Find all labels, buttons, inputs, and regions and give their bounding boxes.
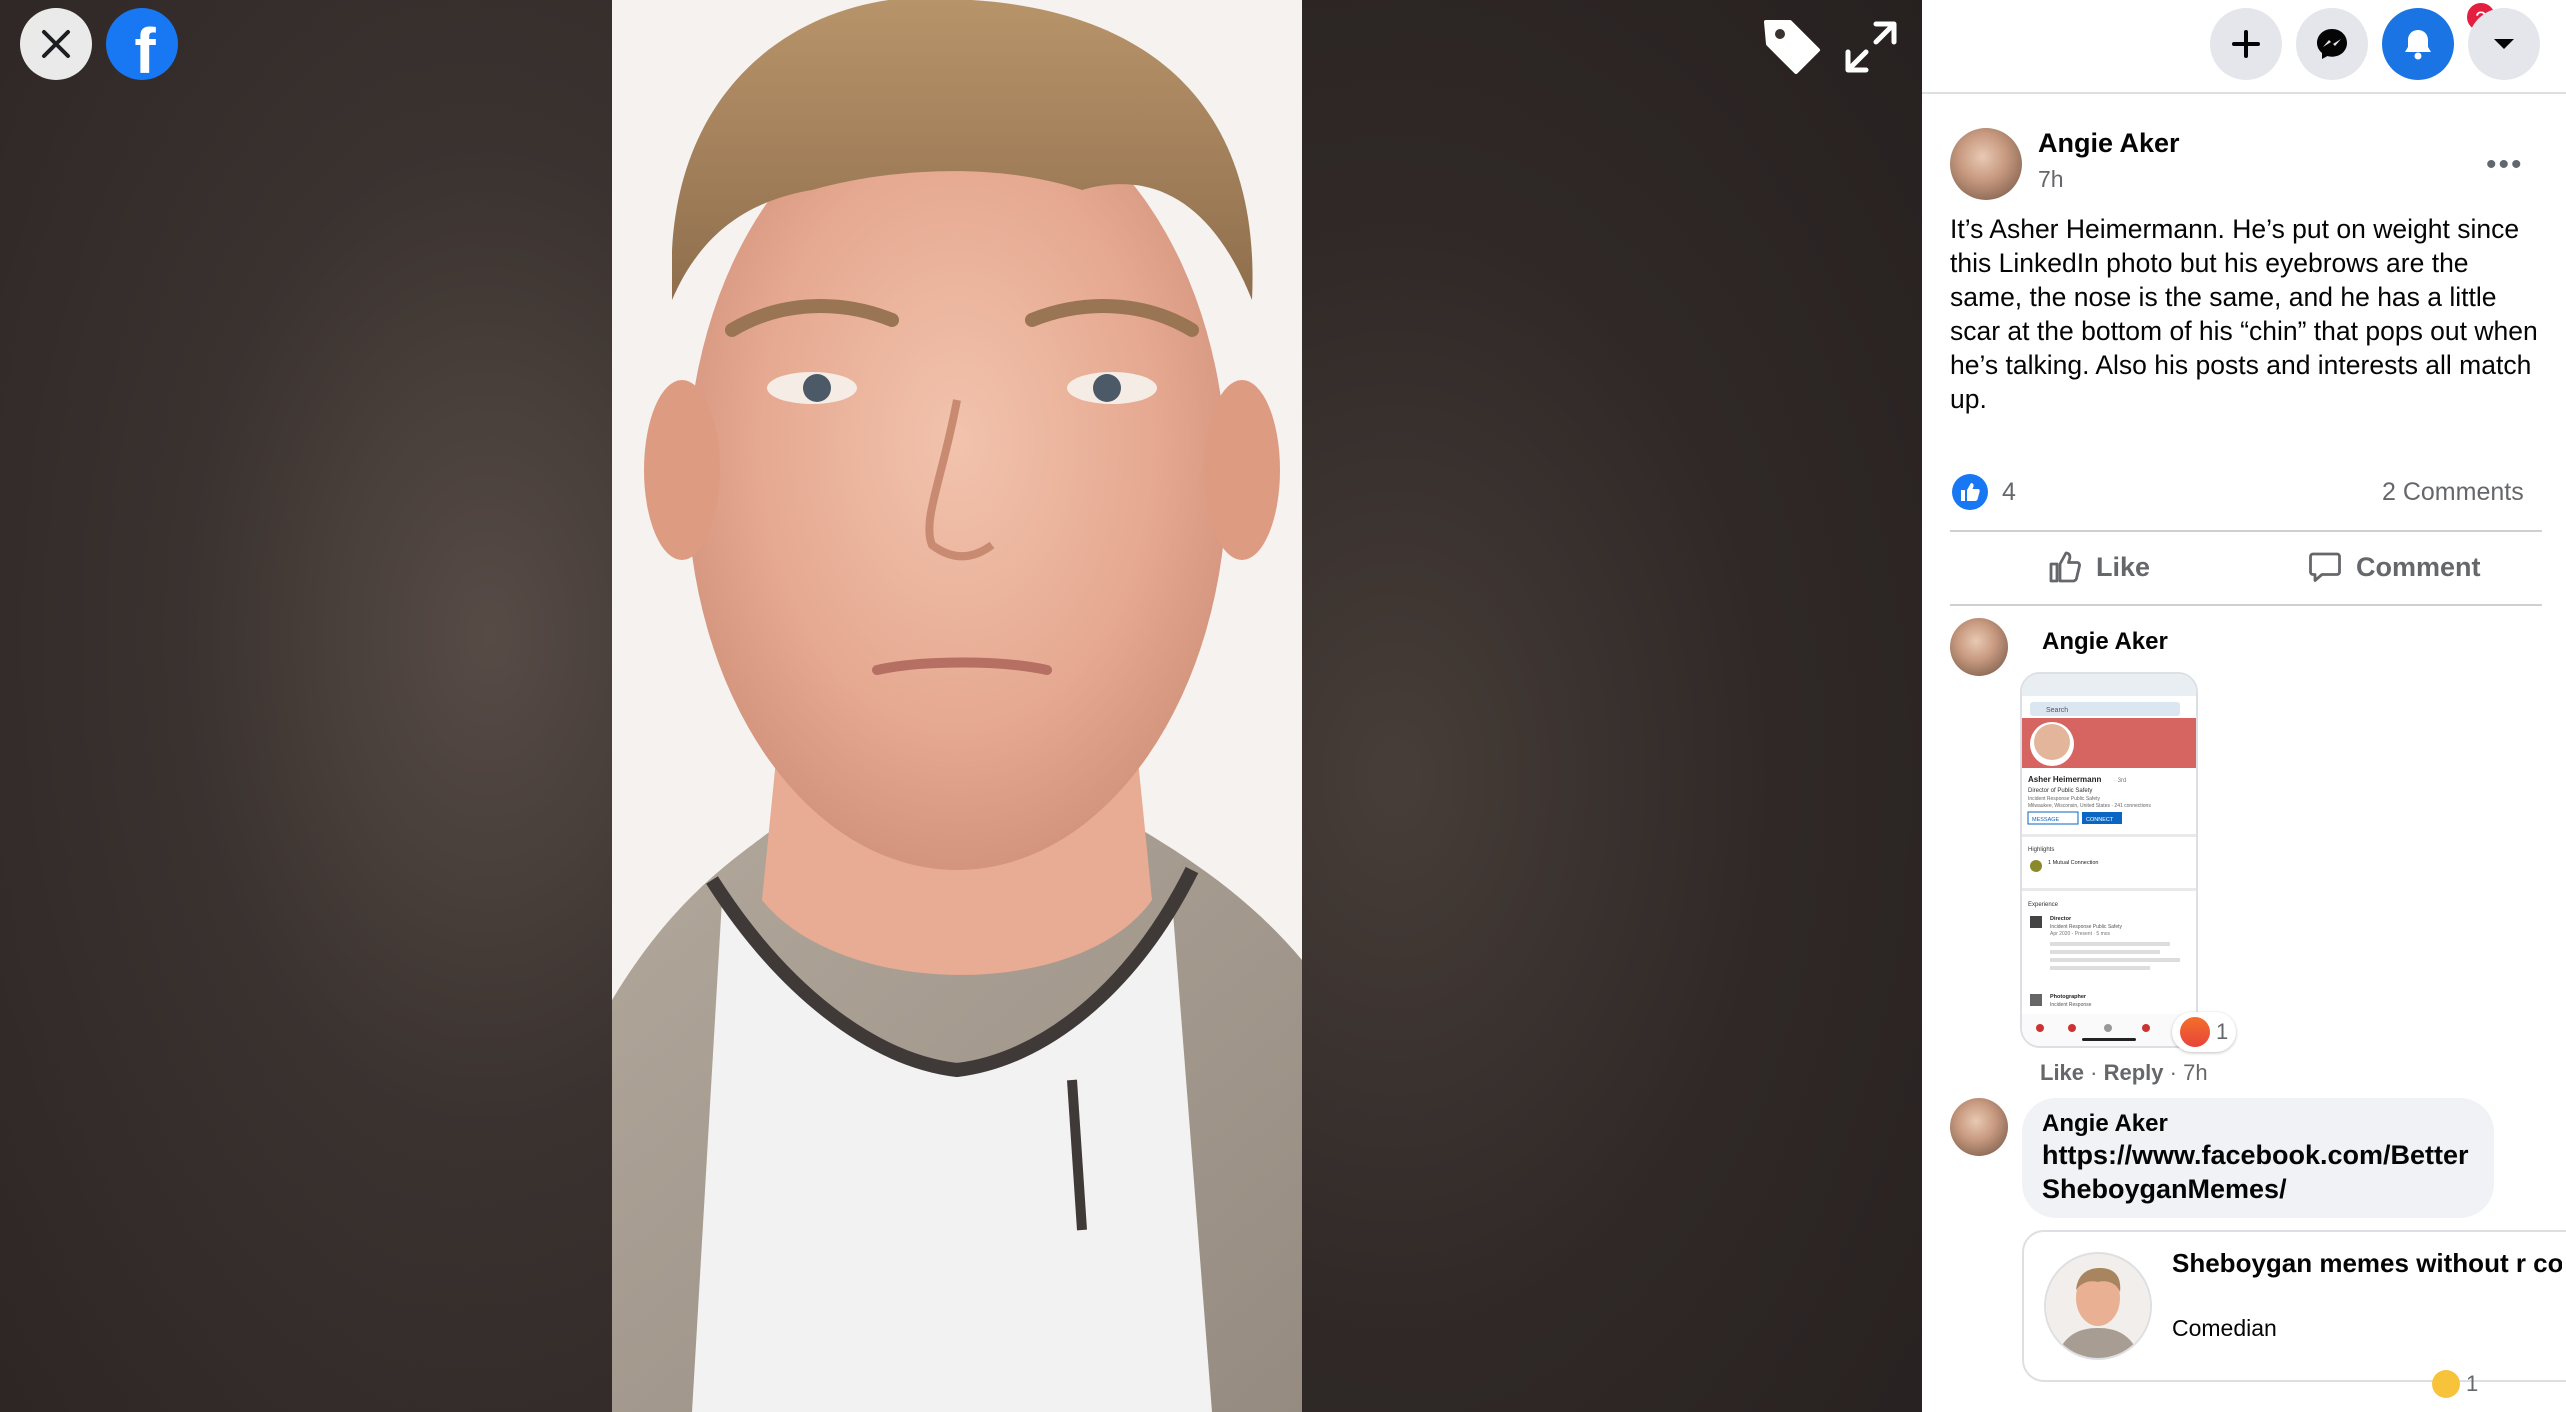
card-reaction-count: 1 (2466, 1371, 2479, 1396)
thumb-connect: CONNECT (2086, 817, 2114, 823)
thumb-exp1-title: Director (2050, 916, 2072, 922)
like-button[interactable]: Like (2048, 550, 2150, 584)
comment-button[interactable]: Comment (2308, 550, 2481, 584)
comments-count[interactable]: 2 Comments (2382, 478, 2524, 507)
like-reaction-icon[interactable] (1952, 474, 1988, 510)
thumbs-up-icon (1961, 483, 1980, 501)
comment-image-linkedin-screenshot[interactable]: Search Asher Heimermann · 3rd Director o… (2020, 672, 2198, 1048)
commenter-avatar[interactable] (1950, 618, 2008, 676)
divider (1950, 604, 2542, 606)
post-text: It’s Asher Heimermann. He’s put on weigh… (1950, 214, 2538, 414)
chevron-down-icon (2494, 39, 2514, 49)
reaction-count: 1 (2216, 1019, 2229, 1044)
comment-meta: Like · Reply · 7h (2040, 1060, 2208, 1085)
thumb-title: Director of Public Safety (2028, 788, 2092, 794)
thumb-experience: Experience (2028, 902, 2059, 908)
post-author-name[interactable]: Angie Aker (2038, 128, 2180, 159)
thumb-highlights: Highlights (2028, 847, 2054, 853)
post-timestamp[interactable]: 7h (2038, 166, 2064, 193)
comment-reaction-summary[interactable]: 1 (2172, 1012, 2237, 1052)
card-reaction-summary[interactable]: 1 (2424, 1364, 2486, 1404)
page-avatar-image (2046, 1254, 2150, 1358)
thumb-degree: · 3rd (2114, 778, 2126, 784)
comment-reply-link[interactable]: Reply (2104, 1060, 2164, 1085)
like-count[interactable]: 4 (2002, 478, 2016, 507)
photo-viewer: f (0, 0, 1922, 1412)
messenger-icon (2317, 29, 2347, 59)
comment-button-label: Comment (2356, 551, 2481, 582)
thumb-exp1-dates: Apr 2020 - Present · 5 mos (2050, 931, 2111, 937)
haha-reaction-icon (2432, 1370, 2460, 1398)
commenter-avatar[interactable] (1950, 1098, 2008, 1156)
close-button[interactable] (20, 8, 92, 80)
thumb-exp2-title: Photographer (2050, 994, 2087, 1000)
plus-icon (2232, 30, 2260, 58)
bell-icon (2405, 30, 2431, 60)
thumb-location: Milwaukee, Wisconsin, United States · 24… (2028, 803, 2151, 809)
notifications-button[interactable] (2382, 8, 2454, 80)
thumb-profile-name: Asher Heimermann (2028, 775, 2101, 784)
linkedin-screenshot: Search Asher Heimermann · 3rd Director o… (2022, 674, 2196, 1046)
thumb-message: MESSAGE (2032, 817, 2060, 823)
post-photo[interactable] (612, 0, 1302, 1412)
page-avatar[interactable] (2044, 1252, 2152, 1360)
author-avatar[interactable] (1950, 128, 2022, 200)
comment-icon (2309, 552, 2341, 582)
close-icon (42, 30, 70, 58)
blurred-background-left (0, 0, 612, 1412)
comment-timestamp[interactable]: 7h (2183, 1060, 2207, 1085)
blurred-background-right (1302, 0, 1922, 1412)
comment-link[interactable]: https://www.facebook.com/BetterSheboygan… (2042, 1138, 2482, 1206)
create-button[interactable] (2210, 8, 2282, 80)
angry-reaction-icon (2180, 1017, 2210, 1047)
tag-photo-button[interactable] (1760, 14, 1824, 78)
portrait-image (612, 0, 1302, 1412)
thumb-mutual: 1 Mutual Connection (2048, 860, 2098, 866)
thumb-exp1-org: Incident Response Public Safety (2050, 924, 2122, 930)
facebook-logo[interactable]: f (106, 8, 178, 87)
comment-author-name[interactable]: Angie Aker (2042, 1110, 2168, 1138)
messenger-button[interactable] (2296, 8, 2368, 80)
more-options-icon[interactable]: ••• (2486, 148, 2524, 182)
comment-like-link[interactable]: Like (2040, 1060, 2084, 1085)
comment-author-name[interactable]: Angie Aker (2042, 628, 2168, 656)
like-outline-icon (2049, 551, 2081, 583)
like-button-label: Like (2096, 551, 2151, 582)
page-title[interactable]: Sheboygan memes without r consent (2172, 1246, 2562, 1280)
account-menu-button[interactable] (2468, 8, 2540, 80)
tag-icon (1764, 20, 1820, 74)
facebook-logo-letter: f (134, 15, 156, 87)
page-category: Comedian (2172, 1315, 2277, 1341)
thumb-org: Incident Response Public Safety (2028, 796, 2100, 802)
expand-icon (1845, 21, 1897, 73)
thumb-exp2-org: Incident Response (2050, 1002, 2092, 1008)
divider (1950, 530, 2542, 532)
thumb-search: Search (2046, 707, 2068, 714)
fullscreen-button[interactable] (1842, 18, 1900, 76)
